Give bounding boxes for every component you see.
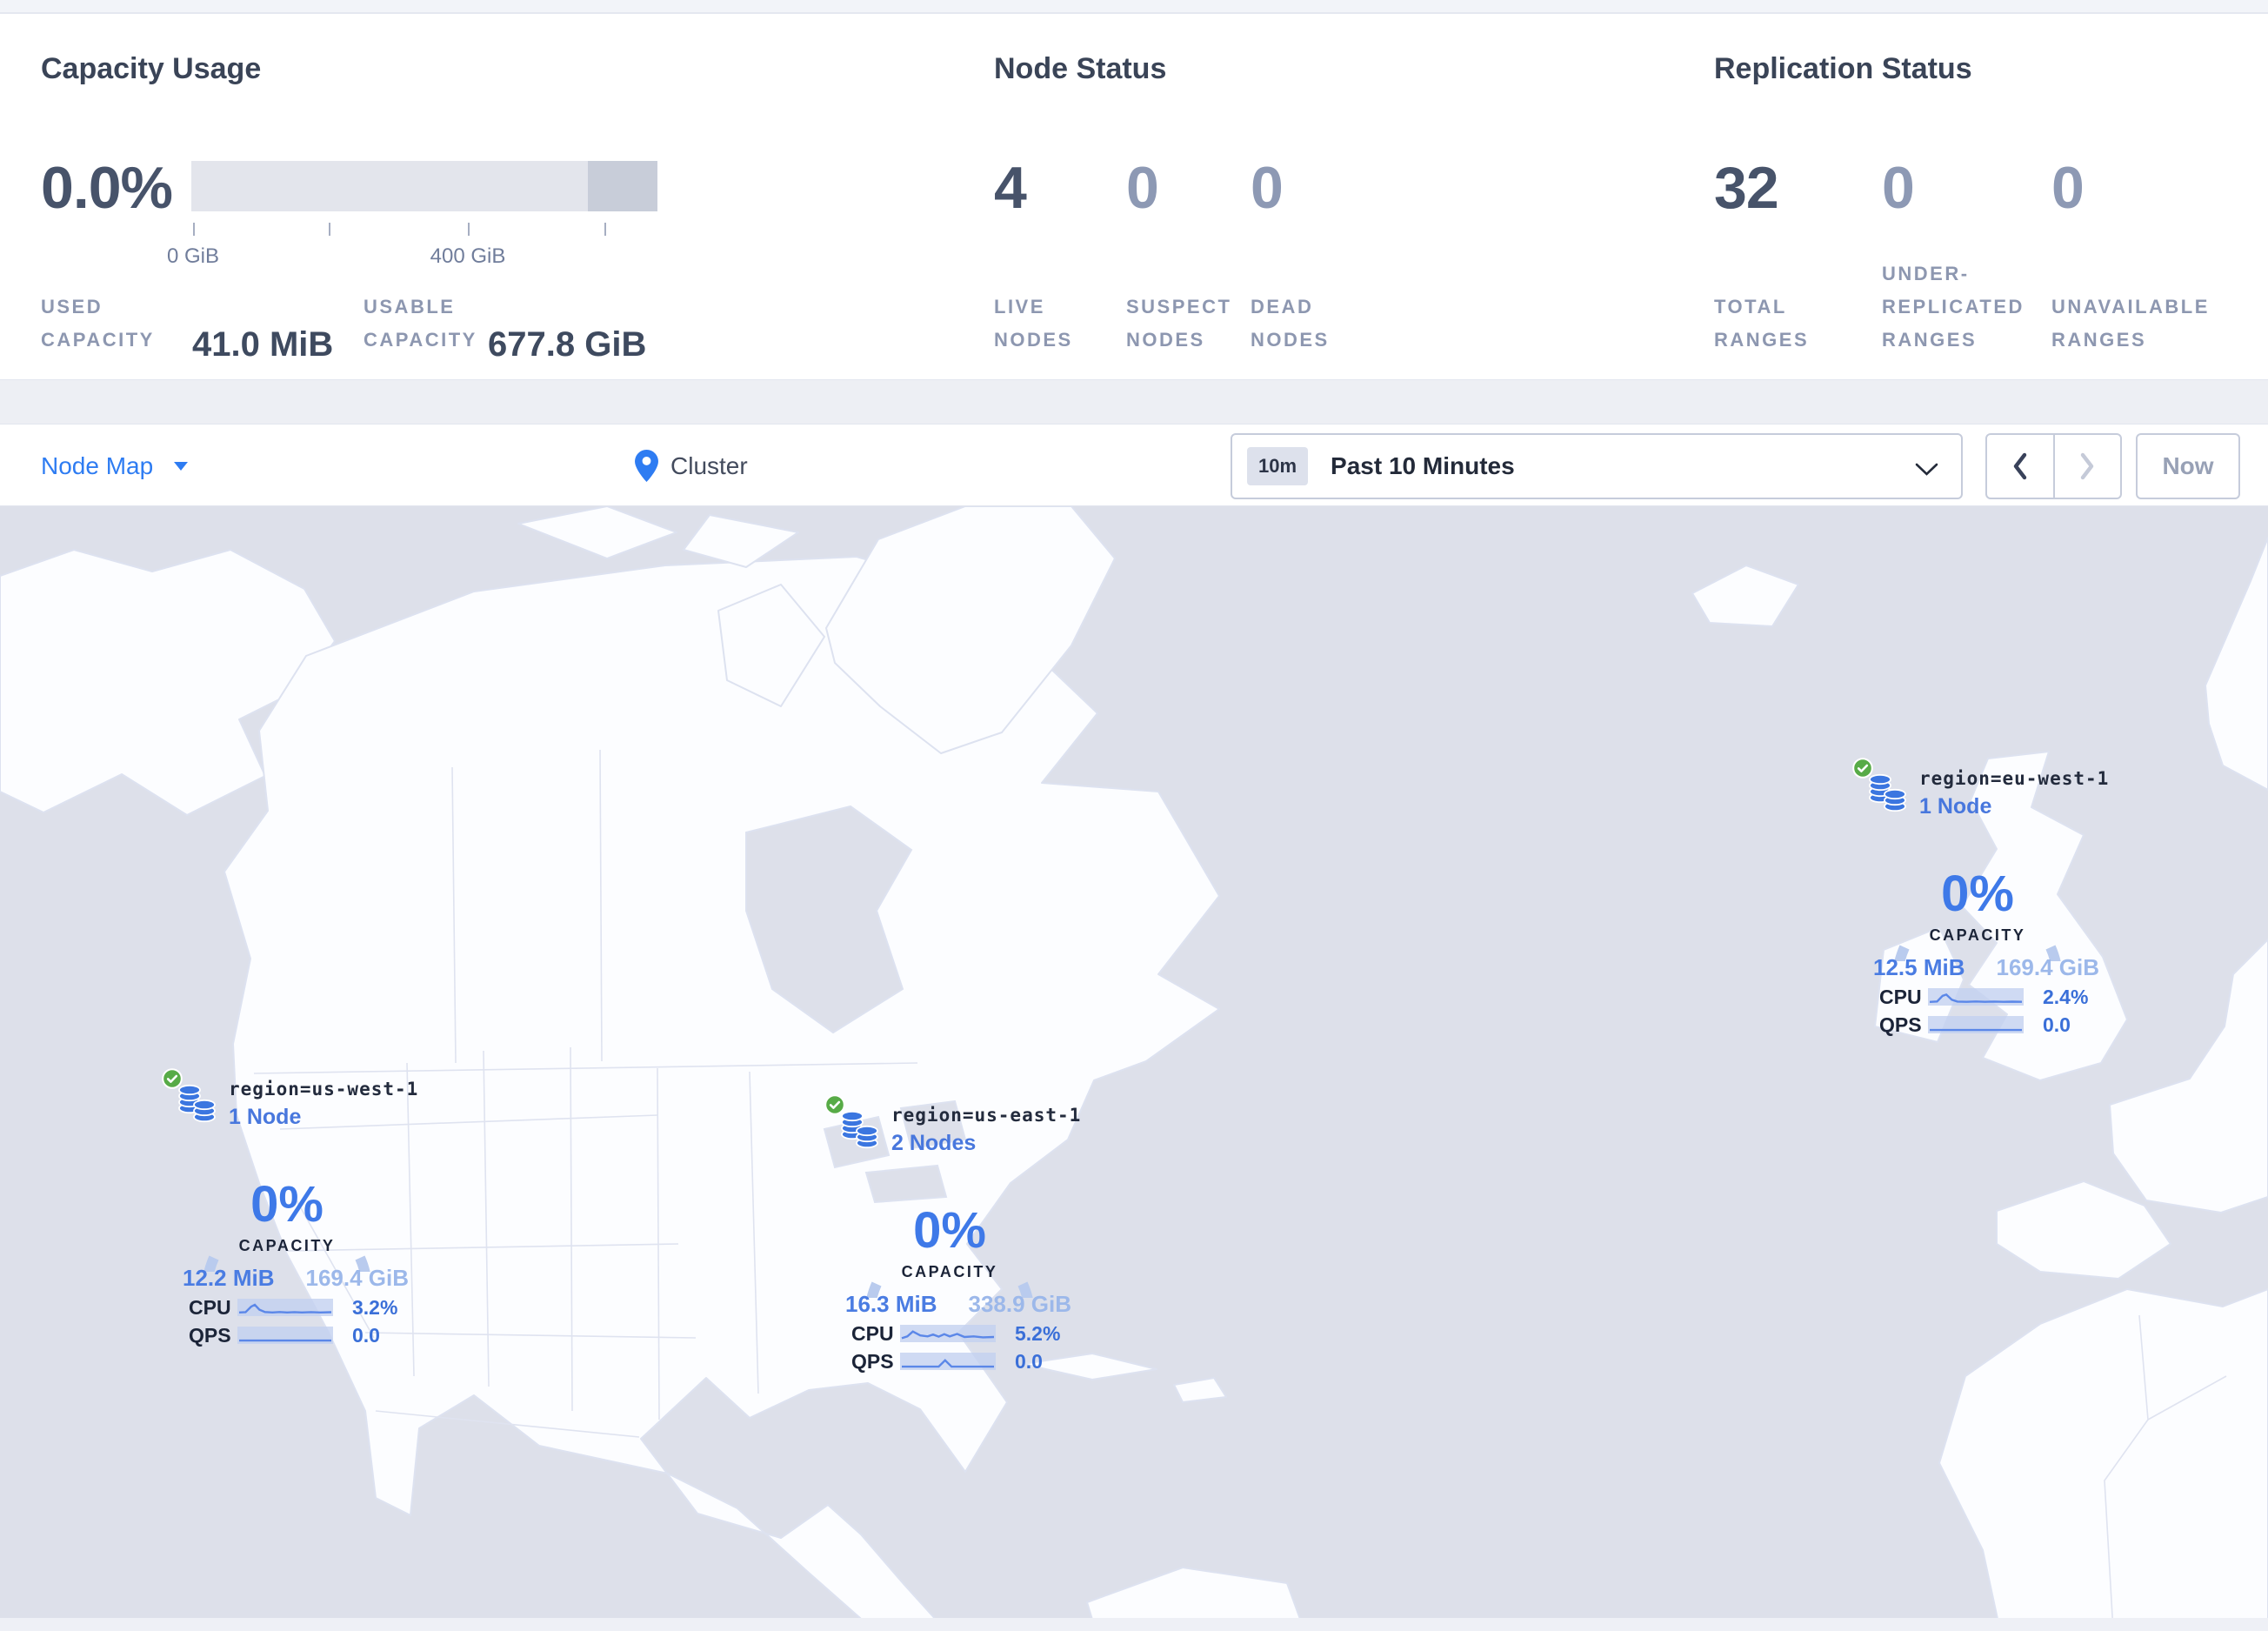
view-selector-label: Node Map (41, 451, 154, 479)
qps-sparkline (1928, 1016, 2024, 1033)
breadcrumb-cluster-label: Cluster (670, 451, 748, 479)
capacity-bar-track (191, 161, 657, 211)
qps-value: 0.0 (352, 1323, 380, 1347)
total-ranges-label: TOTAL RANGES (1714, 296, 1810, 351)
under-replicated-ranges-label: UNDER- REPLICATED RANGES (1882, 263, 2025, 351)
used-capacity-label: USED CAPACITY (41, 296, 155, 351)
database-stack-icon (841, 1110, 878, 1149)
capacity-bar: 0 GiB 400 GiB (167, 161, 657, 283)
view-selector-dropdown[interactable]: Node Map (41, 424, 190, 507)
cluster-overview-page: Capacity Usage 0.0% 0 GiB 400 GiB USED C… (0, 0, 2268, 1631)
qps-label: QPS (851, 1349, 894, 1373)
time-window-arrows (1985, 433, 2122, 499)
qps-sparkline (237, 1327, 333, 1344)
time-range-badge: 10m (1247, 447, 1309, 485)
cpu-sparkline (237, 1299, 333, 1316)
region-usable-capacity: 338.9 GiB (968, 1291, 1071, 1317)
region-node-count: 1 Node (229, 1105, 302, 1129)
svg-text:0%: 0% (250, 1176, 324, 1233)
capacity-percent: 0.0% (41, 155, 173, 221)
capacity-axis-tick-0: 0 GiB (166, 244, 220, 268)
capacity-gauge: 0% CAPACITY (203, 1176, 370, 1272)
chevron-left-icon (2013, 452, 2026, 480)
cpu-sparkline (900, 1325, 996, 1342)
cpu-label: CPU (851, 1321, 894, 1345)
usable-capacity-label: USABLE CAPACITY (364, 296, 477, 351)
cpu-label: CPU (1879, 985, 1922, 1008)
time-range-label: Past 10 Minutes (1331, 452, 1515, 479)
top-strip (0, 0, 2268, 14)
svg-text:CAPACITY: CAPACITY (902, 1263, 998, 1280)
unavailable-ranges-label: UNAVAILABLE RANGES (2051, 296, 2210, 351)
dead-nodes-label: DEAD NODES (1251, 296, 1330, 351)
live-nodes-label: LIVE NODES (994, 296, 1073, 351)
svg-text:CAPACITY: CAPACITY (239, 1237, 336, 1254)
svg-text:0%: 0% (913, 1202, 986, 1259)
region-label: region=us-east-1 (891, 1105, 1082, 1126)
cpu-label: CPU (189, 1295, 231, 1319)
section-gap (0, 380, 2268, 424)
unavailable-ranges-count: 0 (2051, 155, 2085, 221)
cpu-value: 5.2% (1015, 1321, 1061, 1345)
region-used-capacity: 12.2 MiB (183, 1265, 275, 1291)
suspect-nodes-label: SUSPECT NODES (1126, 296, 1232, 351)
svg-text:0%: 0% (1941, 866, 2014, 922)
region-label: region=us-west-1 (229, 1079, 419, 1100)
qps-label: QPS (189, 1323, 231, 1347)
node-map: region=us-west-1 1 Node 0% CAPACITY 12.2… (0, 506, 2268, 1631)
cpu-value: 3.2% (352, 1295, 398, 1319)
under-replicated-ranges-count: 0 (1882, 155, 1915, 221)
chevron-right-icon (2081, 452, 2094, 480)
used-capacity-value: 41.0 MiB (192, 325, 334, 364)
database-stack-icon (1869, 773, 1906, 812)
qps-value: 0.0 (2043, 1013, 2071, 1036)
capacity-gauge: 0% CAPACITY (1894, 866, 2061, 961)
region-marker-us-east-1[interactable]: region=us-east-1 2 Nodes 0% CAPACITY 16.… (817, 1089, 1082, 1381)
region-marker-eu-west-1[interactable]: region=eu-west-1 1 Node 0% CAPACITY 12.5… (1845, 752, 2110, 1045)
capacity-axis-tick-400: 400 GiB (430, 244, 506, 268)
time-forward-button[interactable] (2052, 435, 2121, 498)
region-usable-capacity: 169.4 GiB (1996, 954, 2099, 980)
region-usable-capacity: 169.4 GiB (305, 1265, 409, 1291)
map-pin-icon (635, 450, 658, 482)
replication-status-title: Replication Status (1714, 52, 1972, 85)
breadcrumb[interactable]: Cluster (635, 424, 748, 507)
node-status-title: Node Status (994, 52, 1167, 85)
capacity-bar-reserved-segment (588, 161, 657, 211)
time-back-button[interactable] (1987, 435, 2053, 498)
live-nodes-count: 4 (994, 155, 1027, 221)
region-marker-us-west-1[interactable]: region=us-west-1 1 Node 0% CAPACITY 12.2… (155, 1063, 419, 1355)
region-used-capacity: 12.5 MiB (1873, 954, 1965, 980)
map-bottom-strip (0, 1618, 2268, 1631)
region-node-count: 1 Node (1919, 794, 1992, 819)
qps-sparkline (900, 1353, 996, 1370)
qps-label: QPS (1879, 1013, 1922, 1036)
chevron-down-icon (174, 461, 189, 471)
now-button[interactable]: Now (2136, 433, 2240, 499)
usable-capacity-value: 677.8 GiB (488, 325, 647, 364)
cpu-value: 2.4% (2043, 985, 2089, 1008)
total-ranges-count: 32 (1714, 155, 1779, 221)
database-stack-icon (178, 1084, 216, 1123)
cluster-summary-bar: Capacity Usage 0.0% 0 GiB 400 GiB USED C… (0, 14, 2268, 380)
time-range-selector[interactable]: 10m Past 10 Minutes (1231, 433, 1963, 499)
svg-text:CAPACITY: CAPACITY (1930, 926, 2026, 944)
suspect-nodes-count: 0 (1126, 155, 1159, 221)
qps-value: 0.0 (1015, 1349, 1043, 1373)
cpu-sparkline (1928, 988, 2024, 1006)
chevron-down-icon (1915, 463, 1938, 476)
region-label: region=eu-west-1 (1919, 768, 2110, 789)
region-used-capacity: 16.3 MiB (845, 1291, 937, 1317)
map-toolbar: Node Map Cluster 10m Past 10 Minutes Now (0, 424, 2268, 506)
capacity-usage-title: Capacity Usage (41, 52, 262, 85)
capacity-gauge: 0% CAPACITY (866, 1202, 1033, 1298)
region-node-count: 2 Nodes (891, 1131, 977, 1155)
dead-nodes-count: 0 (1251, 155, 1284, 221)
